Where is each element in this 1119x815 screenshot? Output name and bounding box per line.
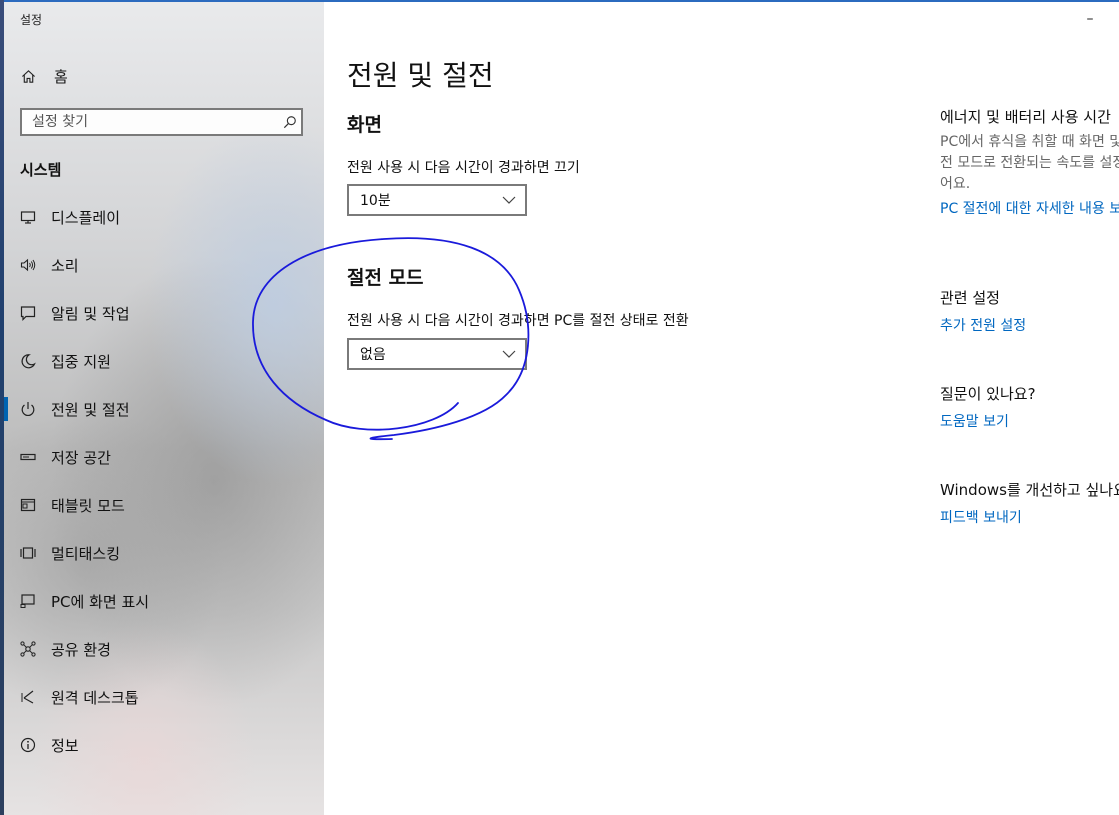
screen-heading: 화면 <box>347 114 382 136</box>
energy-heading: 에너지 및 배터리 사용 시간 <box>940 108 1111 126</box>
sidebar-item-label: 멀티태스킹 <box>51 544 121 563</box>
sidebar-item-label: 소리 <box>51 256 79 275</box>
sidebar-item-label: 홈 <box>54 67 68 86</box>
page-title: 전원 및 절전 <box>347 59 494 92</box>
chevron-down-icon <box>502 350 516 358</box>
feedback-heading: Windows를 개선하고 싶나요? <box>940 481 1119 499</box>
sleep-timeout-dropdown[interactable]: 없음 <box>347 338 527 370</box>
shared-experiences-icon <box>20 641 36 657</box>
tablet-icon <box>20 497 36 513</box>
chevron-down-icon <box>502 196 516 204</box>
settings-window: 설정 홈 시스템 디스플레이 <box>0 0 1119 815</box>
sidebar-item-notifications[interactable]: 알림 및 작업 <box>4 289 324 337</box>
sidebar-item-label: 알림 및 작업 <box>51 304 130 323</box>
project-icon <box>20 593 36 609</box>
multitasking-icon <box>20 545 36 561</box>
question-heading: 질문이 있나요? <box>940 385 1036 403</box>
energy-learn-more-link[interactable]: PC 절전에 대한 자세한 내용 보기 <box>940 199 1119 219</box>
sidebar-item-label: 원격 데스크톱 <box>51 688 139 707</box>
info-icon <box>20 737 36 753</box>
sidebar-item-power-sleep[interactable]: 전원 및 절전 <box>4 385 324 433</box>
sidebar-item-label: 디스플레이 <box>51 208 121 227</box>
sidebar-item-label: 집중 지원 <box>51 352 111 371</box>
storage-icon <box>20 449 36 465</box>
related-column: 에너지 및 배터리 사용 시간 PC에서 휴식을 취할 때 화면 및 PC가 절… <box>940 2 1119 815</box>
sidebar-item-about[interactable]: 정보 <box>4 721 324 769</box>
sidebar: 설정 홈 시스템 디스플레이 <box>4 2 324 815</box>
power-icon <box>20 401 36 417</box>
sleep-timeout-label: 전원 사용 시 다음 시간이 경과하면 PC를 절전 상태로 전환 <box>347 313 689 329</box>
sidebar-item-label: 정보 <box>51 736 79 755</box>
display-icon <box>20 209 36 225</box>
sidebar-item-label: 공유 환경 <box>51 640 111 659</box>
sidebar-item-label: PC에 화면 표시 <box>51 592 150 611</box>
sidebar-item-project[interactable]: PC에 화면 표시 <box>4 577 324 625</box>
related-settings-heading: 관련 설정 <box>940 289 1000 307</box>
sidebar-item-shared-experiences[interactable]: 공유 환경 <box>4 625 324 673</box>
additional-power-settings-link[interactable]: 추가 전원 설정 <box>940 315 1026 335</box>
sidebar-item-storage[interactable]: 저장 공간 <box>4 433 324 481</box>
app-title: 설정 <box>20 13 43 27</box>
sidebar-item-sound[interactable]: 소리 <box>4 241 324 289</box>
remote-desktop-icon <box>20 689 36 705</box>
sidebar-item-focus-assist[interactable]: 집중 지원 <box>4 337 324 385</box>
dropdown-value: 10분 <box>360 193 391 209</box>
sidebar-item-label: 전원 및 절전 <box>51 400 130 419</box>
search-icon[interactable] <box>279 115 301 129</box>
moon-icon <box>20 353 36 369</box>
get-help-link[interactable]: 도움말 보기 <box>940 411 1009 431</box>
give-feedback-link[interactable]: 피드백 보내기 <box>940 507 1022 527</box>
sidebar-item-tablet-mode[interactable]: 태블릿 모드 <box>4 481 324 529</box>
sidebar-item-remote-desktop[interactable]: 원격 데스크톱 <box>4 673 324 721</box>
sidebar-item-label: 태블릿 모드 <box>51 496 125 515</box>
notification-icon <box>20 305 36 321</box>
sidebar-item-label: 저장 공간 <box>51 448 111 467</box>
sidebar-item-display[interactable]: 디스플레이 <box>4 193 324 241</box>
sidebar-item-home[interactable]: 홈 <box>20 64 68 88</box>
search-box[interactable] <box>20 108 303 136</box>
screen-timeout-label: 전원 사용 시 다음 시간이 경과하면 끄기 <box>347 160 580 176</box>
speaker-icon <box>20 257 36 273</box>
home-icon <box>20 68 36 84</box>
sidebar-section-title: 시스템 <box>20 161 62 179</box>
search-input[interactable] <box>22 113 279 131</box>
energy-description: PC에서 휴식을 취할 때 화면 및 PC가 절전 모드로 전환되는 속도를 설… <box>940 134 1119 192</box>
sidebar-item-multitasking[interactable]: 멀티태스킹 <box>4 529 324 577</box>
dropdown-value: 없음 <box>360 347 386 363</box>
screen-timeout-dropdown[interactable]: 10분 <box>347 184 527 216</box>
sidebar-nav: 디스플레이 소리 알림 및 작업 집중 지원 전원 및 절전 저장 공간 태블릿… <box>4 193 324 769</box>
sleep-heading: 절전 모드 <box>347 267 424 289</box>
main-content: – 전원 및 절전 화면 전원 사용 시 다음 시간이 경과하면 끄기 10분 … <box>252 2 1119 815</box>
